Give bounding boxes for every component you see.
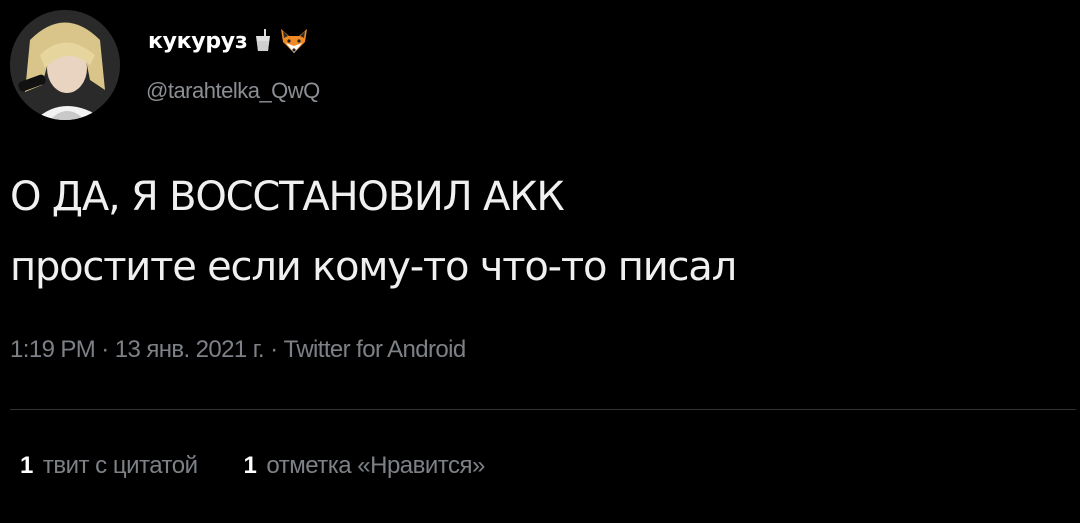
user-handle[interactable]: @tarahtelka_QwQ — [146, 78, 320, 104]
quote-tweets-label: твит с цитатой — [42, 452, 198, 479]
juice-cup-icon — [253, 29, 273, 53]
avatar[interactable] — [10, 10, 120, 120]
tweet-text-line-1: О ДА, Я ВОССТАНОВИЛ АКК — [10, 174, 565, 220]
display-name[interactable]: кукуруз — [148, 29, 248, 54]
fox-face-icon — [279, 28, 309, 54]
quote-tweets-count: 1 — [20, 452, 33, 479]
tweet-source[interactable]: Twitter for Android — [284, 336, 467, 363]
display-name-row[interactable]: кукуруз — [148, 28, 309, 54]
likes-stat[interactable]: 1 отметка «Нравится» — [243, 452, 486, 480]
tweet-date[interactable]: 13 янв. 2021 г. — [115, 336, 265, 363]
likes-count: 1 — [243, 452, 257, 479]
quote-tweets-stat[interactable]: 1 твит с цитатой — [20, 452, 198, 480]
tweet-meta: 1:19 PM · 13 янв. 2021 г. · Twitter for … — [10, 336, 466, 364]
tweet-time[interactable]: 1:19 PM — [10, 336, 96, 363]
divider — [10, 409, 1076, 410]
tweet-stats: 1 твит с цитатой 1 отметка «Нравится» — [20, 452, 485, 480]
tweet-card: кукуруз @tarahtelka_QwQ О ДА, Я ВОССТАНО… — [0, 0, 1080, 523]
likes-label: отметка «Нравится» — [266, 452, 485, 479]
tweet-text: О ДА, Я ВОССТАНОВИЛ АКК простите если ком… — [10, 162, 737, 302]
tweet-text-line-2: простите если кому-то что-то писал — [10, 244, 737, 290]
meta-separator: · — [101, 336, 109, 363]
meta-separator: · — [270, 336, 278, 363]
